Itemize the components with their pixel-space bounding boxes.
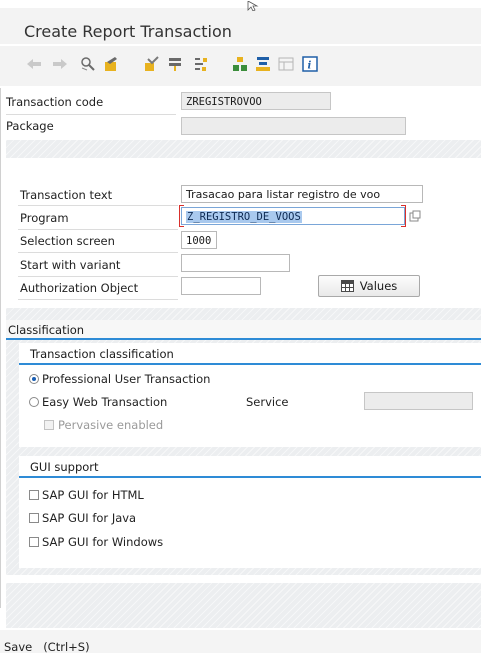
classification-accent-line — [6, 338, 481, 340]
sap-gui-java-label: SAP GUI for Java — [42, 511, 137, 525]
divider — [18, 229, 178, 230]
gui-support-title: GUI support — [30, 460, 99, 474]
table-icon — [340, 280, 354, 292]
section-separator — [6, 308, 481, 320]
navigation-window-icon[interactable] — [255, 56, 271, 72]
classification-title: Classification — [8, 323, 85, 337]
sap-gui-windows-checkbox[interactable] — [29, 537, 39, 547]
package-label: Package — [6, 119, 54, 133]
activate-icon[interactable] — [167, 56, 183, 72]
service-label: Service — [246, 395, 289, 409]
sap-gui-java-checkbox[interactable] — [29, 513, 39, 523]
easy-web-radio[interactable] — [29, 397, 39, 407]
display-change-icon[interactable] — [103, 56, 119, 72]
transaction-code-field: ZREGISTROVOO — [181, 92, 331, 110]
where-used-icon[interactable] — [192, 56, 208, 72]
divider — [6, 114, 176, 115]
selection-screen-label: Selection screen — [20, 234, 115, 248]
package-field — [181, 117, 406, 135]
divider — [18, 276, 178, 277]
content-left-border — [0, 88, 1, 608]
authorization-object-label: Authorization Object — [20, 281, 139, 295]
spacer — [6, 575, 481, 583]
start-with-variant-input[interactable] — [181, 254, 290, 272]
service-field — [364, 392, 473, 410]
program-input[interactable]: Z_REGISTRO_DE_VOOS — [181, 207, 405, 225]
values-button[interactable]: Values — [318, 275, 420, 297]
footer-area — [6, 583, 481, 628]
pervasive-enabled-checkbox — [44, 420, 54, 430]
section-separator — [6, 140, 481, 158]
start-with-variant-label: Start with variant — [20, 258, 121, 272]
other-object-icon[interactable] — [80, 56, 96, 72]
transaction-classification-title: Transaction classification — [30, 347, 174, 361]
value-help-icon[interactable] — [409, 210, 421, 222]
gui-support-accent-line — [19, 476, 481, 478]
divider — [18, 205, 178, 206]
authorization-object-input[interactable] — [181, 277, 261, 295]
selection-screen-input[interactable]: 1000 — [181, 231, 217, 249]
sap-gui-html-checkbox[interactable] — [29, 490, 39, 500]
svg-text:i: i — [308, 61, 312, 72]
transaction-text-input[interactable]: Trasacao para listar registro de voo — [181, 185, 423, 203]
values-button-label: Values — [359, 279, 398, 293]
check-icon[interactable] — [144, 56, 160, 72]
status-bar-text: Save (Ctrl+S) — [4, 640, 90, 654]
pervasive-enabled-label: Pervasive enabled — [58, 418, 164, 432]
transaction-text-label: Transaction text — [20, 188, 113, 202]
divider — [18, 299, 178, 300]
forward-arrow-icon[interactable] — [52, 56, 68, 72]
back-arrow-icon[interactable] — [26, 56, 42, 72]
professional-user-radio[interactable] — [29, 374, 39, 384]
transaction-classification-accent-line — [19, 363, 481, 365]
required-marker-right — [401, 205, 406, 227]
transaction-code-label: Transaction code — [6, 95, 104, 109]
sap-gui-html-label: SAP GUI for HTML — [42, 488, 144, 502]
layout-icon[interactable] — [278, 56, 294, 72]
professional-user-label: Professional User Transaction — [42, 372, 211, 386]
program-label: Program — [20, 211, 69, 225]
sap-gui-windows-label: SAP GUI for Windows — [42, 535, 164, 549]
object-list-icon[interactable] — [232, 56, 248, 72]
window-title: Create Report Transaction — [24, 22, 232, 41]
divider — [18, 252, 178, 253]
program-value: Z_REGISTRO_DE_VOOS — [186, 211, 302, 223]
info-icon[interactable]: i — [302, 56, 318, 72]
required-marker-left — [179, 205, 184, 227]
easy-web-label: Easy Web Transaction — [42, 395, 168, 409]
mouse-cursor-icon — [247, 0, 259, 12]
